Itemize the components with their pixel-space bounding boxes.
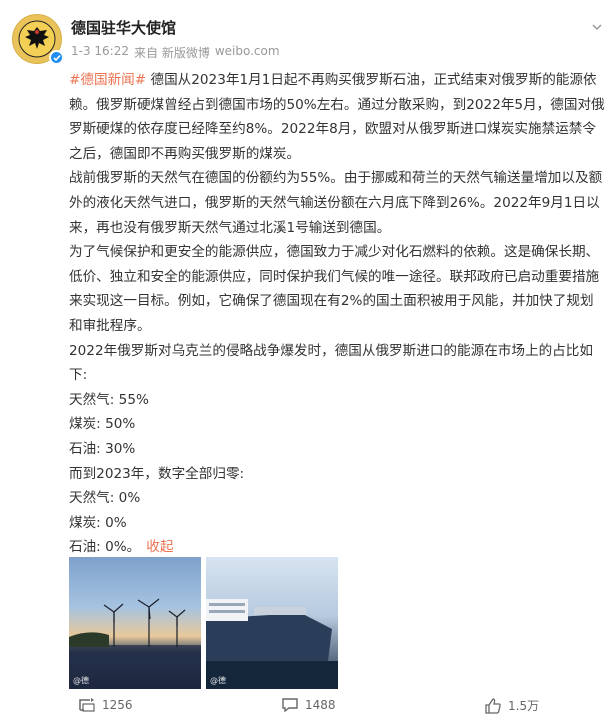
avatar[interactable]	[12, 14, 64, 65]
repost-button[interactable]: 1256	[78, 697, 133, 713]
post-text: #德国新闻# 德国从2023年1月1日起不再购买俄罗斯石油，正式结束对俄罗斯的能…	[69, 68, 607, 560]
post-paragraph: 战前俄罗斯的天然气在德国的份额约为55%。由于挪威和荷兰的天然气输送量增加以及额…	[69, 170, 603, 236]
post-paragraph: 2022年俄罗斯对乌克兰的侵略战争爆发时，德国从俄罗斯进口的能源在市场上的占比如…	[69, 342, 593, 384]
repost-count: 1256	[102, 698, 133, 712]
image-watermark: @德	[73, 676, 89, 685]
lng-ship-photo[interactable]: @德	[206, 557, 338, 689]
post-paragraph: 天然气: 0%	[69, 490, 141, 507]
post-paragraph: 天然气: 55%	[69, 391, 149, 408]
image-gallery: @德 @德	[69, 557, 338, 689]
post-paragraph: #德国新闻# 德国从2023年1月1日起不再购买俄罗斯石油，正式结束对俄罗斯的能…	[69, 72, 605, 162]
like-button[interactable]: 1.5万	[484, 697, 539, 714]
post-source: 来自 新版微博	[134, 46, 210, 60]
collapse-link[interactable]: 收起	[146, 539, 173, 555]
like-count: 1.5万	[508, 699, 540, 713]
chevron-down-icon[interactable]	[590, 20, 604, 34]
wind-turbine-photo[interactable]: @德	[69, 557, 201, 689]
post-paragraph: 石油: 30%	[69, 440, 136, 457]
thumbs-up-icon	[485, 697, 501, 714]
action-bar: 1256 1488 1.5万	[0, 697, 613, 720]
account-name[interactable]: 德国驻华大使馆	[71, 17, 176, 38]
post-site: weibo.com	[214, 44, 280, 58]
post-header: 德国驻华大使馆 1-3 16:22 来自 新版微博 weibo.com	[8, 12, 608, 72]
post-paragraph: 为了气候保护和更安全的能源供应，德国致力于减少对化石燃料的依赖。这是确保长期、低…	[69, 244, 600, 334]
repost-icon	[79, 698, 95, 712]
comment-icon	[282, 698, 298, 713]
comment-button[interactable]: 1488	[281, 697, 336, 713]
post-time: 1-3 16:22	[71, 44, 129, 58]
image-watermark: @德	[210, 676, 226, 685]
comment-count: 1488	[305, 698, 336, 712]
post-paragraph: 煤炭: 0%	[69, 514, 127, 531]
post-paragraph: 煤炭: 50%	[69, 416, 136, 433]
hashtag-link[interactable]: #德国新闻#	[69, 72, 146, 88]
post-meta: 1-3 16:22 来自 新版微博 weibo.com	[71, 44, 280, 61]
verified-badge-icon	[49, 50, 64, 65]
post-paragraph: 而到2023年，数字全部归零:	[69, 465, 245, 482]
